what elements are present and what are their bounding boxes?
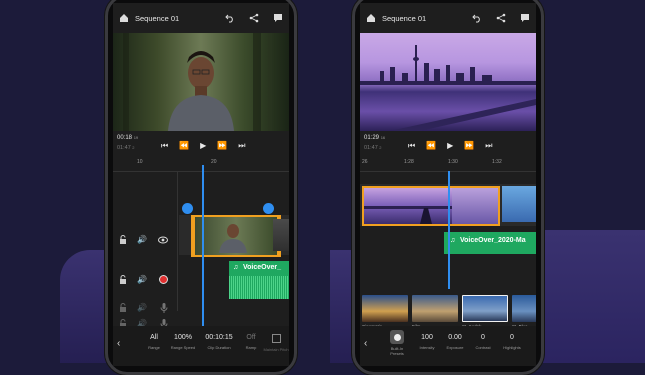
total-timecode: 01:47 2	[364, 145, 382, 151]
total-timecode: 01:47 2	[117, 145, 135, 151]
video-track[interactable]	[179, 215, 289, 257]
ruler-tick: 1:28	[404, 159, 414, 165]
header-bar: Sequence 01	[113, 3, 289, 33]
range-control[interactable]: All Range	[139, 334, 169, 350]
highlights-control[interactable]: 0 Highlights	[498, 334, 526, 350]
preview-image	[123, 33, 272, 131]
sequence-title: Sequence 01	[135, 13, 180, 23]
comment-icon[interactable]	[273, 13, 283, 23]
current-timecode: 01:29 16	[364, 135, 386, 141]
ramp-control[interactable]: Off Ramp	[239, 334, 263, 350]
undo-icon[interactable]	[472, 13, 482, 23]
built-in-presets-button[interactable]: Built-In Presets	[384, 330, 410, 356]
video-preview	[360, 33, 536, 131]
video-clip[interactable]	[502, 186, 536, 222]
preset-thumbnail-selected[interactable]	[462, 295, 508, 322]
adjacent-clip[interactable]	[273, 219, 289, 251]
bottom-toolbar: ‹ All Range 100% Range Speed 00:10:15 Cl…	[113, 326, 289, 366]
background-accent	[540, 230, 645, 363]
exposure-control[interactable]: 0.00 Exposure	[442, 334, 468, 350]
step-forward-icon[interactable]: ⏩	[464, 141, 474, 151]
music-note-icon: ♫	[233, 264, 239, 271]
transport-controls: ⏮ ⏪ ▶ ⏩ ⏭	[408, 141, 493, 151]
music-note-icon: ♫	[450, 237, 456, 244]
voiceover-clip-label: VoiceOver_2020-Ma	[460, 237, 526, 244]
intensity-control[interactable]: 100 Intensity	[414, 334, 440, 350]
microphone-icon[interactable]	[160, 303, 168, 313]
trim-handle-left[interactable]	[182, 203, 193, 214]
contrast-control[interactable]: 0 Contrast	[470, 334, 496, 350]
step-back-icon[interactable]: ⏪	[179, 141, 189, 151]
lock-icon[interactable]	[118, 275, 128, 285]
ruler-tick: 1:32	[492, 159, 502, 165]
skip-start-icon[interactable]: ⏮	[161, 141, 168, 151]
clip-duration-control[interactable]: 00:10:15 Clip Duration	[199, 334, 239, 350]
playhead[interactable]	[448, 171, 450, 289]
record-button[interactable]	[159, 275, 168, 284]
voiceover-clip[interactable]: ♫ VoiceOver_2020-Ma	[444, 232, 536, 254]
ruler-tick: 10	[137, 159, 143, 165]
voiceover-clip[interactable]: ♫ VoiceOver_	[229, 261, 289, 299]
skip-start-icon[interactable]: ⏮	[408, 141, 415, 151]
ruler-tick: 26	[362, 159, 368, 165]
preset-thumbnail[interactable]	[512, 295, 536, 322]
skip-end-icon[interactable]: ⏭	[485, 141, 492, 151]
back-chevron-icon[interactable]: ‹	[364, 338, 367, 349]
video-clip[interactable]	[452, 186, 500, 226]
header-bar: Sequence 01	[360, 3, 536, 33]
share-icon[interactable]	[249, 13, 259, 23]
clip-thumbnail	[364, 206, 452, 224]
voiceover-clip-label: VoiceOver_	[243, 264, 282, 271]
play-icon[interactable]: ▶	[200, 141, 206, 151]
app-screen: Sequence 01 00:18 19 01:47 2 ⏮ ⏪ ▶ ⏩ ⏭ 1…	[113, 3, 289, 366]
preview-image	[360, 45, 536, 131]
phone-right: Sequence 01 01:29 16 01:47 2 ⏮ ⏪ ▶ ⏩ ⏭ 2…	[352, 0, 544, 375]
selected-video-clip[interactable]	[191, 215, 281, 257]
checkbox[interactable]	[271, 334, 281, 343]
step-forward-icon[interactable]: ⏩	[217, 141, 227, 151]
skip-end-icon[interactable]: ⏭	[238, 141, 245, 151]
transport-controls: ⏮ ⏪ ▶ ⏩ ⏭	[161, 141, 246, 151]
eye-icon[interactable]	[158, 236, 168, 244]
video-preview	[113, 33, 289, 131]
back-chevron-icon[interactable]: ‹	[117, 338, 120, 349]
lock-icon[interactable]	[118, 303, 128, 313]
lock-icon[interactable]	[118, 235, 128, 245]
presets-icon	[390, 330, 404, 344]
bottom-toolbar: ‹ Built-In Presets 100 Intensity 0.00 Ex…	[360, 326, 536, 366]
preset-thumbnail[interactable]	[362, 295, 408, 322]
range-speed-control[interactable]: 100% Range Speed	[167, 334, 199, 350]
ruler-tick: 1:30	[448, 159, 458, 165]
app-screen: Sequence 01 01:29 16 01:47 2 ⏮ ⏪ ▶ ⏩ ⏭ 2…	[360, 3, 536, 366]
ruler-tick: 20	[211, 159, 217, 165]
share-icon[interactable]	[496, 13, 506, 23]
sequence-title: Sequence 01	[382, 13, 427, 23]
volume-icon[interactable]: 🔊	[137, 235, 147, 244]
selected-video-clip[interactable]	[362, 186, 454, 226]
trim-handle-right[interactable]	[263, 203, 274, 214]
volume-icon[interactable]: 🔊	[137, 275, 147, 284]
playhead[interactable]	[202, 165, 204, 335]
current-timecode: 00:18 19	[117, 135, 139, 141]
audio-waveform	[229, 276, 289, 299]
clip-thumbnail	[219, 224, 247, 253]
play-icon[interactable]: ▶	[447, 141, 453, 151]
comment-icon[interactable]	[520, 13, 530, 23]
preset-thumbnail[interactable]	[412, 295, 458, 322]
home-icon[interactable]	[119, 13, 129, 23]
undo-icon[interactable]	[225, 13, 235, 23]
volume-icon[interactable]: 🔊	[137, 303, 147, 312]
maintain-pitch-toggle[interactable]: Maintain Pitch	[263, 334, 289, 352]
home-icon[interactable]	[366, 13, 376, 23]
step-back-icon[interactable]: ⏪	[426, 141, 436, 151]
phone-left: Sequence 01 00:18 19 01:47 2 ⏮ ⏪ ▶ ⏩ ⏭ 1…	[105, 0, 297, 375]
